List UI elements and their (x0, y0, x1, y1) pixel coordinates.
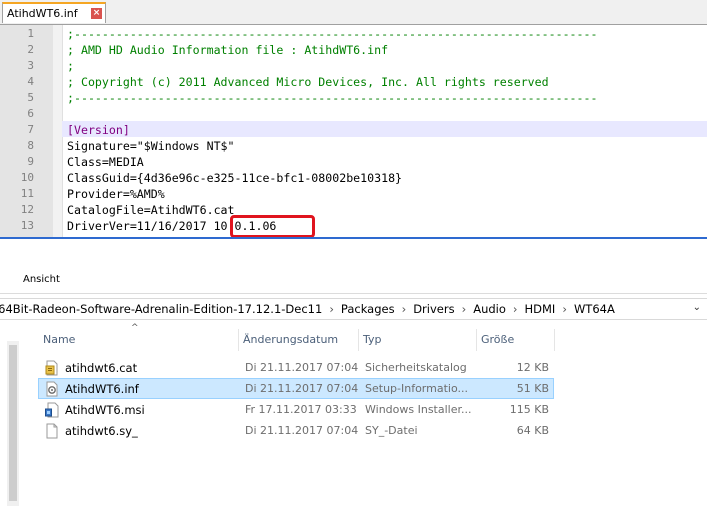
editor-window: AtihdWT6.inf × 1 2 3 4 5 6 7 8 9 10 11 1… (0, 0, 707, 239)
file-name: atihdwt6.sy_ (65, 424, 138, 438)
file-size: 12 KB (516, 361, 549, 374)
column-divider[interactable] (554, 329, 555, 351)
editor-tab-bar: AtihdWT6.inf × (0, 0, 707, 25)
file-type: Setup-Informatio... (365, 382, 468, 395)
line-number: 11 (20, 187, 34, 200)
code-line[interactable]: Class=MEDIA (67, 154, 144, 170)
breadcrumb-item[interactable]: Drivers (413, 302, 454, 316)
line-number: 2 (27, 43, 34, 56)
line-number-gutter: 1 2 3 4 5 6 7 8 9 10 11 12 13 (0, 25, 53, 238)
code-line[interactable]: ;---------------------------------------… (67, 90, 597, 106)
file-size: 115 KB (509, 403, 549, 416)
code-line[interactable]: CatalogFile=AtihdWT6.cat (67, 202, 235, 218)
code-line-section[interactable]: [Version] (67, 122, 130, 138)
breadcrumb-item-current[interactable]: WT64A (574, 302, 615, 316)
column-header-type[interactable]: Typ (358, 329, 476, 351)
chevron-down-icon[interactable]: ⌄ (693, 302, 701, 313)
address-bar[interactable]: -64Bit-Radeon-Software-Adrenalin-Edition… (0, 298, 707, 320)
line-number: 7 (27, 123, 34, 136)
code-line[interactable]: ; (67, 58, 74, 74)
line-number: 9 (27, 155, 34, 168)
line-number: 4 (27, 75, 34, 88)
file-row[interactable]: AtihdWT6.msi Fr 17.11.2017 03:33 Windows… (38, 399, 554, 420)
column-header-size[interactable]: Größe (476, 329, 554, 351)
line-number: 6 (27, 107, 34, 120)
line-number: 1 (27, 27, 34, 40)
file-date: Fr 17.11.2017 03:33 (245, 403, 357, 416)
code-line[interactable]: Provider=%AMD% (67, 186, 165, 202)
code-line[interactable]: Signature="$Windows NT$" (67, 138, 235, 154)
file-name: AtihdWT6.msi (65, 403, 145, 417)
code-line[interactable]: ; Copyright (c) 2011 Advanced Micro Devi… (67, 74, 549, 90)
code-line[interactable]: ; AMD HD Audio Information file : AtihdW… (67, 42, 388, 58)
chevron-right-icon[interactable]: › (513, 302, 518, 316)
tab-title: AtihdWT6.inf (7, 7, 78, 20)
setup-info-file-icon (46, 381, 58, 397)
file-explorer-window: Ansicht -64Bit-Radeon-Software-Adrenalin… (0, 239, 707, 506)
column-header-date[interactable]: Änderungsdatum (238, 329, 358, 351)
breadcrumb-item[interactable]: -64Bit-Radeon-Software-Adrenalin-Edition… (0, 302, 322, 316)
tab-atihdwt6-inf[interactable]: AtihdWT6.inf × (2, 2, 106, 23)
scrollbar-thumb[interactable] (9, 345, 17, 501)
line-number: 13 (20, 219, 34, 232)
line-number: 3 (27, 59, 34, 72)
nav-scrollbar[interactable] (7, 341, 19, 506)
file-row[interactable]: atihdwt6.cat Di 21.11.2017 07:04 Sicherh… (38, 357, 554, 378)
line-number: 12 (20, 203, 34, 216)
chevron-right-icon[interactable]: › (462, 302, 467, 316)
file-date: Di 21.11.2017 07:04 (245, 424, 359, 437)
msi-installer-icon (45, 402, 59, 418)
line-number: 10 (20, 171, 34, 184)
chevron-right-icon[interactable]: › (402, 302, 407, 316)
file-type: Sicherheitskatalog (365, 361, 467, 374)
file-size: 64 KB (516, 424, 549, 437)
chevron-right-icon[interactable]: › (329, 302, 334, 316)
ribbon-tab-view[interactable]: Ansicht (23, 274, 60, 285)
line-number: 8 (27, 139, 34, 152)
file-type: Windows Installer... (365, 403, 472, 416)
column-header-name[interactable]: Name (38, 329, 238, 351)
catalog-file-icon (45, 360, 58, 376)
breadcrumb-item[interactable]: Packages (341, 302, 395, 316)
breadcrumb-item[interactable]: Audio (473, 302, 506, 316)
breadcrumb-item[interactable]: HDMI (525, 302, 556, 316)
ribbon-divider (0, 293, 707, 294)
file-type: SY_-Datei (365, 424, 418, 437)
file-date: Di 21.11.2017 07:04 (245, 361, 359, 374)
breadcrumb: -64Bit-Radeon-Software-Adrenalin-Edition… (0, 302, 615, 316)
code-line[interactable]: ClassGuid={4d36e96c-e325-11ce-bfc1-08002… (67, 170, 402, 186)
file-name: atihdwt6.cat (65, 361, 138, 375)
file-row[interactable]: atihdwt6.sy_ Di 21.11.2017 07:04 SY_-Dat… (38, 420, 554, 441)
file-size: 51 KB (516, 382, 549, 395)
file-date: Di 21.11.2017 07:04 (245, 382, 359, 395)
line-number: 5 (27, 91, 34, 104)
current-line-highlight (62, 121, 707, 137)
close-icon[interactable]: × (91, 8, 102, 19)
code-line[interactable]: ;---------------------------------------… (67, 26, 597, 42)
chevron-right-icon[interactable]: › (562, 302, 567, 316)
version-highlight-annotation (230, 215, 315, 238)
file-name: AtihdWT6.inf (65, 382, 139, 396)
file-row-selected[interactable]: AtihdWT6.inf Di 21.11.2017 07:04 Setup-I… (38, 378, 554, 399)
generic-file-icon (46, 423, 58, 439)
